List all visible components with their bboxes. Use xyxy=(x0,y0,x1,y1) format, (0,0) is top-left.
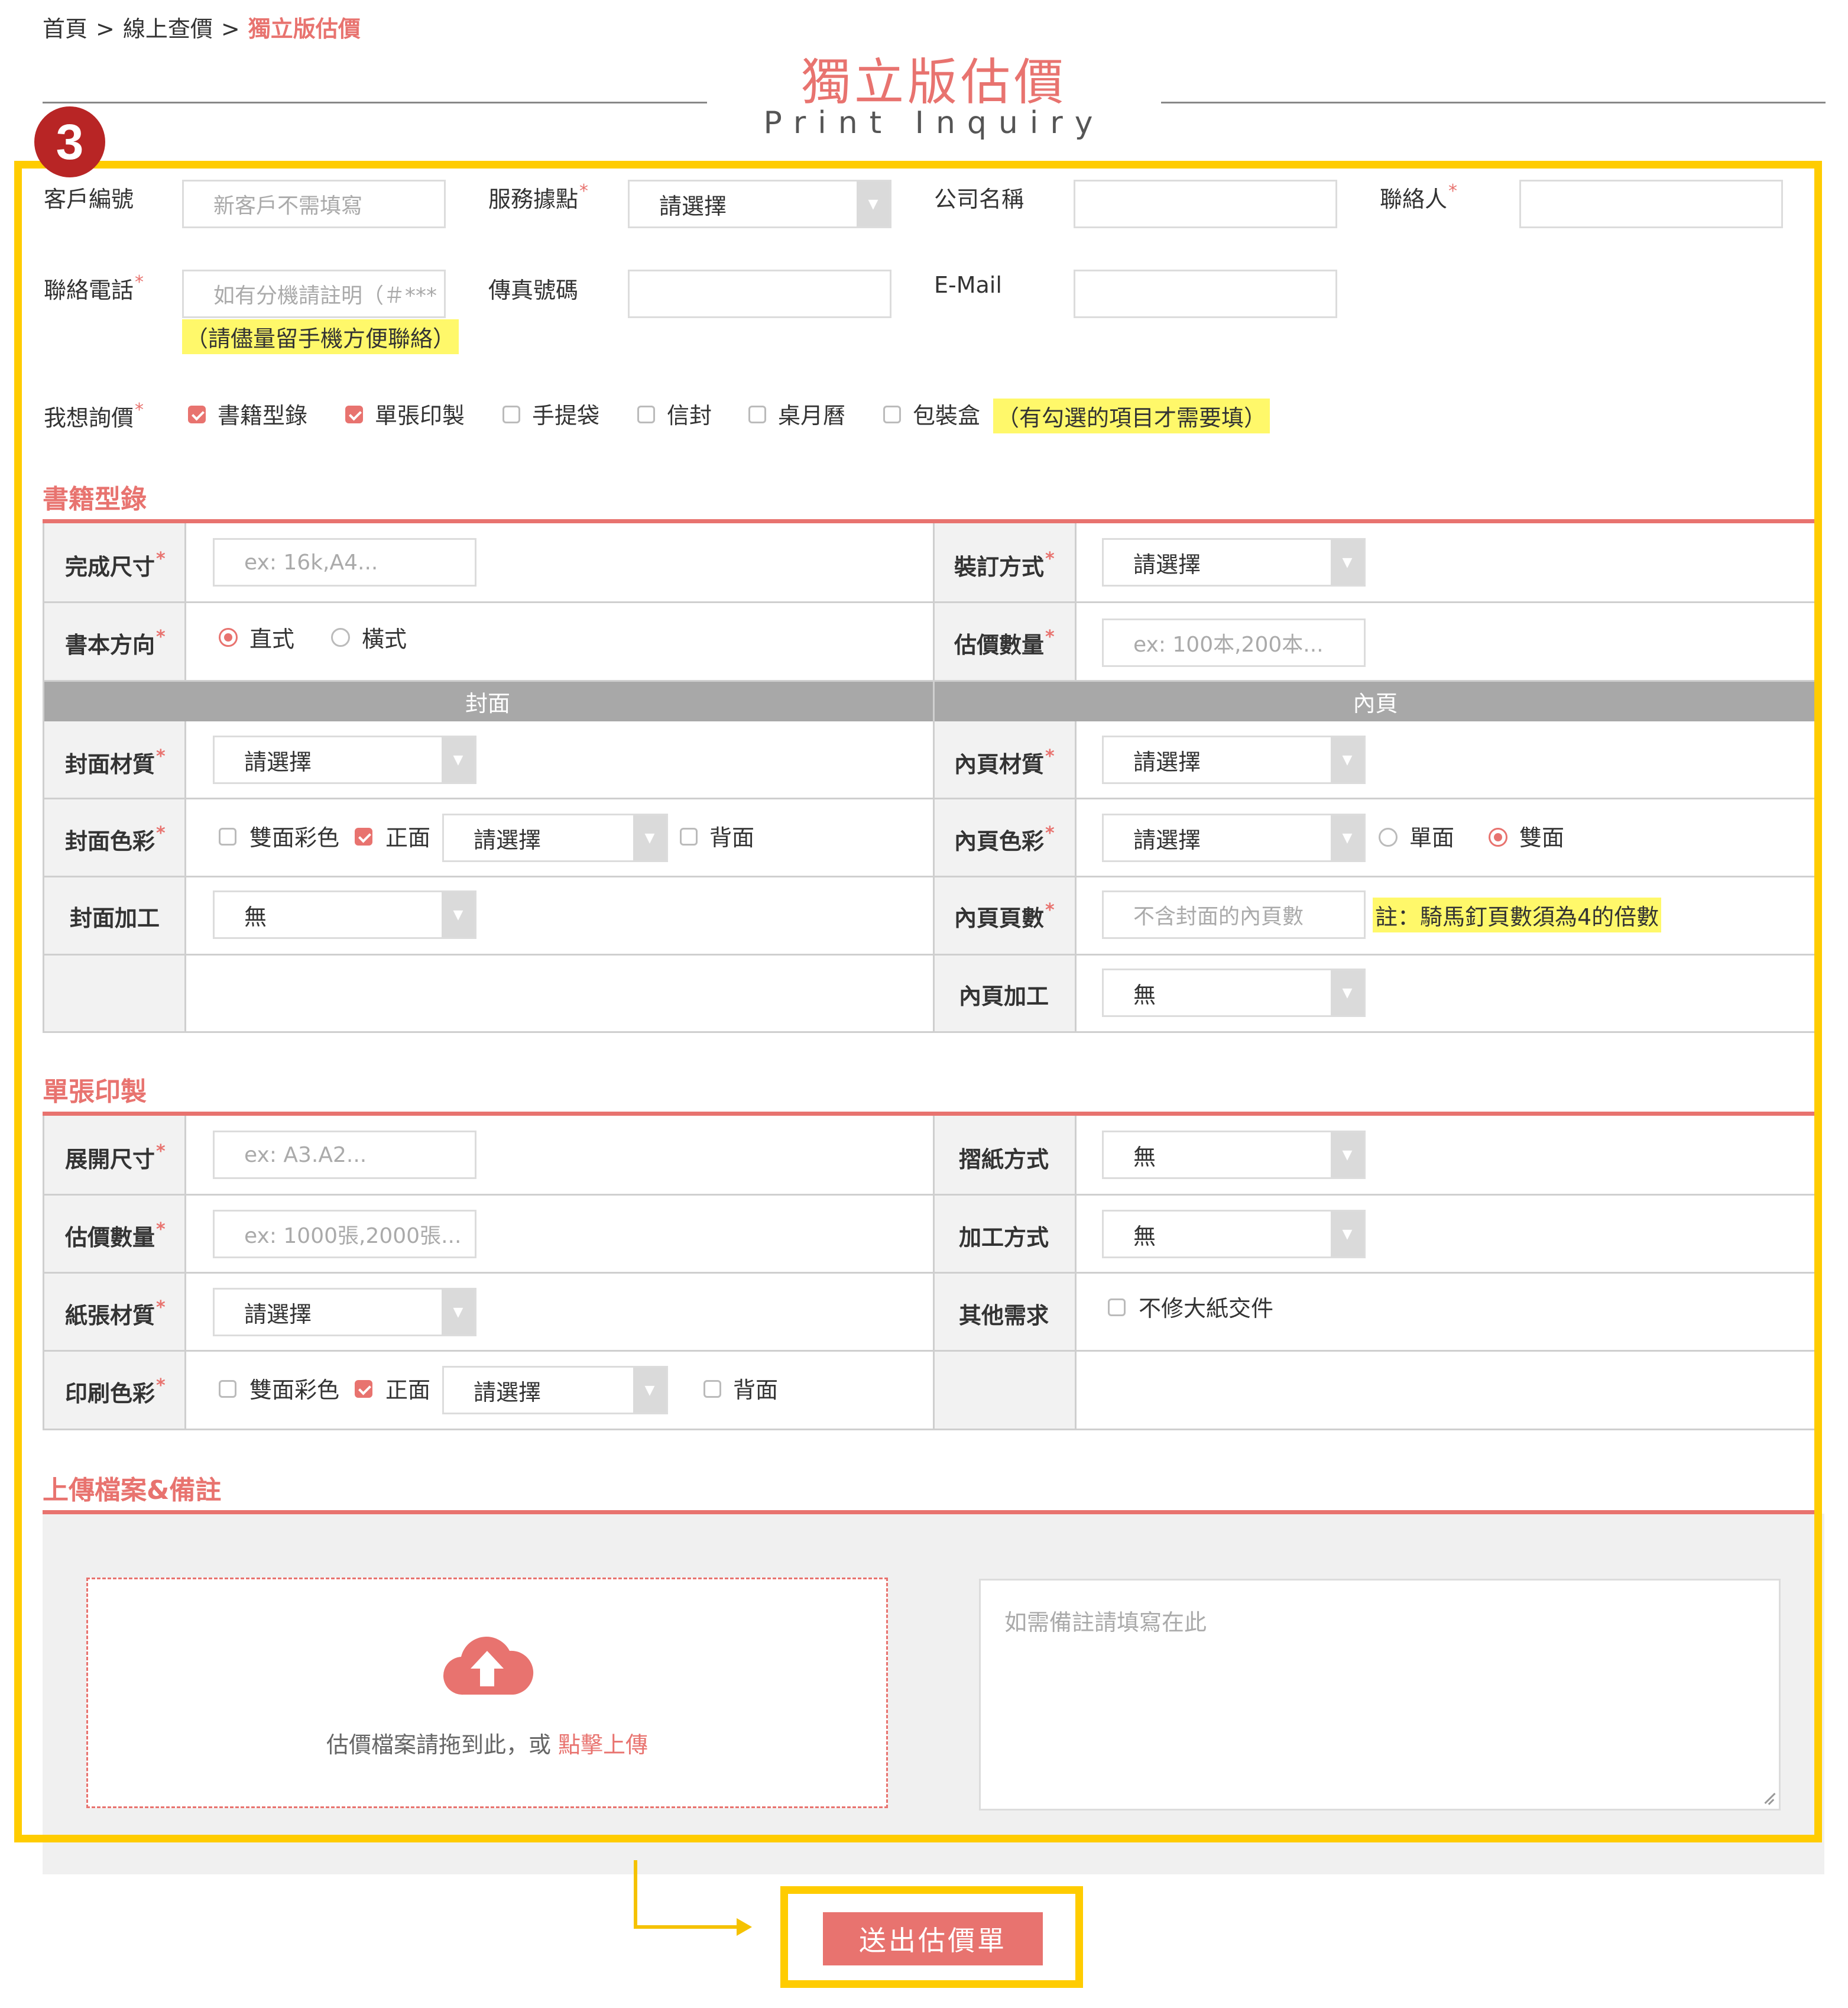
title-divider-right xyxy=(1161,102,1826,103)
title-divider-left xyxy=(43,102,707,103)
page-title: 獨立版估價 xyxy=(800,53,1067,111)
breadcrumb: 首頁 > 線上查價 > 獨立版估價 xyxy=(43,11,361,43)
breadcrumb-inquiry[interactable]: 線上查價 xyxy=(123,16,213,42)
page-subtitle: Print Inquiry xyxy=(763,105,1105,141)
breadcrumb-separator: > xyxy=(221,16,240,42)
breadcrumb-current: 獨立版估價 xyxy=(248,16,361,42)
arrow-head-icon xyxy=(737,1918,752,1936)
step-badge: 3 xyxy=(34,106,105,177)
arrow-connector xyxy=(634,1860,637,1929)
breadcrumb-home[interactable]: 首頁 xyxy=(43,16,87,42)
submit-quote-button[interactable]: 送出估價單 xyxy=(823,1912,1043,1965)
arrow-connector xyxy=(634,1925,739,1929)
highlight-frame xyxy=(14,161,1822,1842)
breadcrumb-separator: > xyxy=(96,16,115,42)
